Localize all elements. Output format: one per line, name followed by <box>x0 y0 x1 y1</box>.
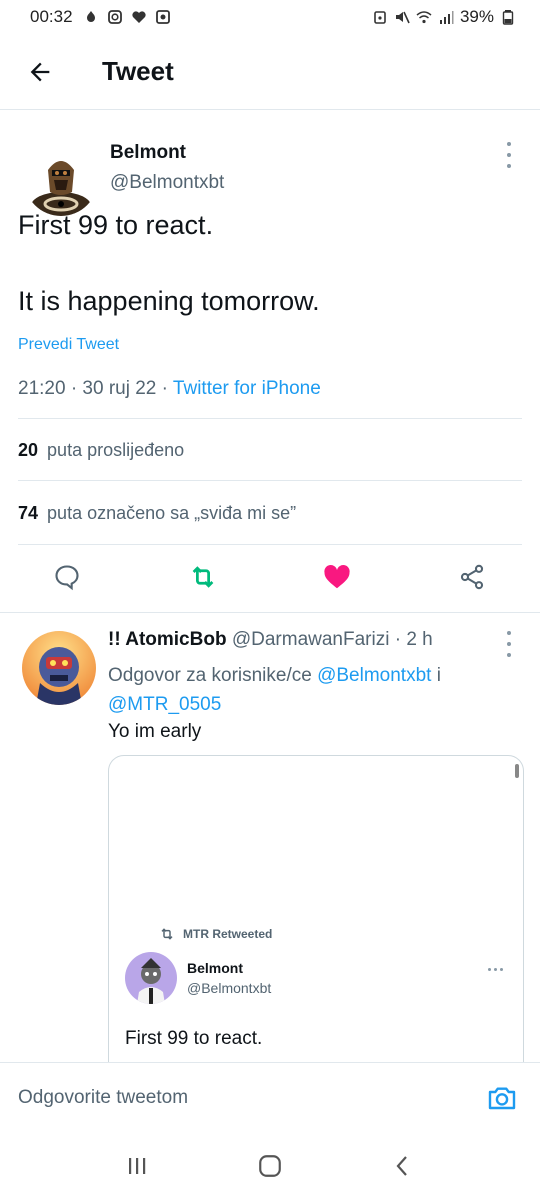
retweeted-by-label: MTR Retweeted <box>183 927 273 941</box>
top-app-bar: Tweet <box>0 34 540 110</box>
tweet-text-line-1: First 99 to react. <box>18 210 214 240</box>
more-options-icon[interactable] <box>504 631 514 657</box>
retweets-count: 20 <box>18 440 39 460</box>
lock-icon <box>374 11 386 24</box>
mention-join: i <box>431 665 441 686</box>
mention-link[interactable]: @Belmontxbt <box>317 665 431 686</box>
author-name[interactable]: Belmont <box>110 142 186 164</box>
tweet-source-link[interactable]: Twitter for iPhone <box>173 378 321 399</box>
retweets-label: puta proslijeđeno <box>47 440 185 460</box>
back-nav-button[interactable] <box>373 1136 433 1196</box>
reply-header: !! AtomicBob @DarmawanFarizi · 2 h <box>108 629 433 651</box>
tweet-actions <box>0 550 540 604</box>
reply-author-handle[interactable]: @DarmawanFarizi · 2 h <box>232 629 433 650</box>
like-button[interactable] <box>310 550 364 604</box>
likes-stat[interactable]: 74 puta označeno sa „sviđa mi se” <box>18 503 296 524</box>
divider <box>18 418 522 419</box>
app-icon <box>155 10 170 24</box>
battery-percent: 39% <box>459 7 494 26</box>
comment-icon <box>55 565 79 591</box>
share-button[interactable] <box>445 550 499 604</box>
more-options-icon[interactable] <box>504 142 514 168</box>
likes-label: puta označeno sa „sviđa mi se” <box>47 503 297 523</box>
reply-button[interactable] <box>40 550 94 604</box>
mention-link[interactable]: @MTR_0505 <box>108 694 221 715</box>
system-nav-bar <box>0 1132 540 1200</box>
chevron-left-icon <box>396 1156 408 1176</box>
translate-tweet-link[interactable]: Prevedi Tweet <box>18 336 119 354</box>
page-title: Tweet <box>102 56 174 86</box>
status-bar: 00:32 39% <box>0 0 540 34</box>
retweet-icon <box>161 928 173 940</box>
divider <box>18 544 522 545</box>
avatar[interactable] <box>24 142 98 216</box>
avatar-image <box>125 952 177 1004</box>
likes-count: 74 <box>18 503 39 523</box>
home-icon <box>259 1155 281 1177</box>
embed-author-handle: @Belmontxbt <box>187 980 272 996</box>
tweet-meta: 21:20 · 30 ruj 22 · Twitter for iPhone <box>18 378 321 400</box>
heart-icon <box>131 11 146 23</box>
camera-icon <box>488 1086 516 1109</box>
divider <box>18 480 522 481</box>
notification-icon <box>86 11 95 22</box>
back-button[interactable] <box>0 34 80 110</box>
avatar-image <box>22 631 96 705</box>
reply-author-name[interactable]: !! AtomicBob <box>108 629 227 650</box>
battery-icon <box>502 10 514 25</box>
avatar[interactable] <box>22 631 96 705</box>
reply-tweet[interactable]: !! AtomicBob @DarmawanFarizi · 2 h Odgov… <box>0 613 540 1063</box>
heart-filled-icon <box>324 565 350 589</box>
retweet-button[interactable] <box>176 550 230 604</box>
status-time: 00:32 <box>30 7 73 26</box>
recent-apps-icon <box>128 1158 145 1174</box>
scrollbar <box>515 764 519 778</box>
wifi-icon <box>416 11 432 24</box>
reply-input[interactable]: Odgovorite tweetom <box>18 1087 482 1109</box>
embed-tweet-text: First 99 to react. <box>125 1028 263 1049</box>
replying-to-prefix: Odgovor za korisnike/ce <box>108 665 318 686</box>
avatar <box>125 952 177 1004</box>
tweet-text-line-2: It is happening tomorrow. <box>18 286 320 316</box>
embed-author-name: Belmont <box>187 960 243 976</box>
replying-to: Odgovor za korisnike/ce @Belmontxbt i @M… <box>108 661 508 719</box>
reply-text: Yo im early <box>108 721 202 742</box>
embedded-image[interactable]: MTR Retweeted Belmont @Belmontxbt First … <box>108 755 524 1063</box>
retweets-stat[interactable]: 20 puta proslijeđeno <box>18 440 184 461</box>
avatar-image <box>24 142 98 216</box>
tweet-timestamp[interactable]: 21:20 · 30 ruj 22 · <box>18 378 173 399</box>
recent-apps-button[interactable] <box>107 1136 167 1196</box>
tweet-author: Belmont @Belmontxbt <box>18 138 522 218</box>
retweeted-by: MTR Retweeted <box>159 926 272 942</box>
instagram-icon <box>107 10 122 24</box>
reply-composer: Odgovorite tweetom <box>0 1062 540 1132</box>
author-handle[interactable]: @Belmontxbt <box>110 172 224 194</box>
more-options-icon <box>488 968 503 971</box>
arrow-left-icon <box>30 62 50 81</box>
home-button[interactable] <box>240 1136 300 1196</box>
retweet-icon <box>192 566 214 588</box>
signal-icon <box>439 11 454 24</box>
mute-icon <box>395 11 410 24</box>
camera-button[interactable] <box>482 1078 522 1118</box>
share-icon <box>460 564 484 590</box>
